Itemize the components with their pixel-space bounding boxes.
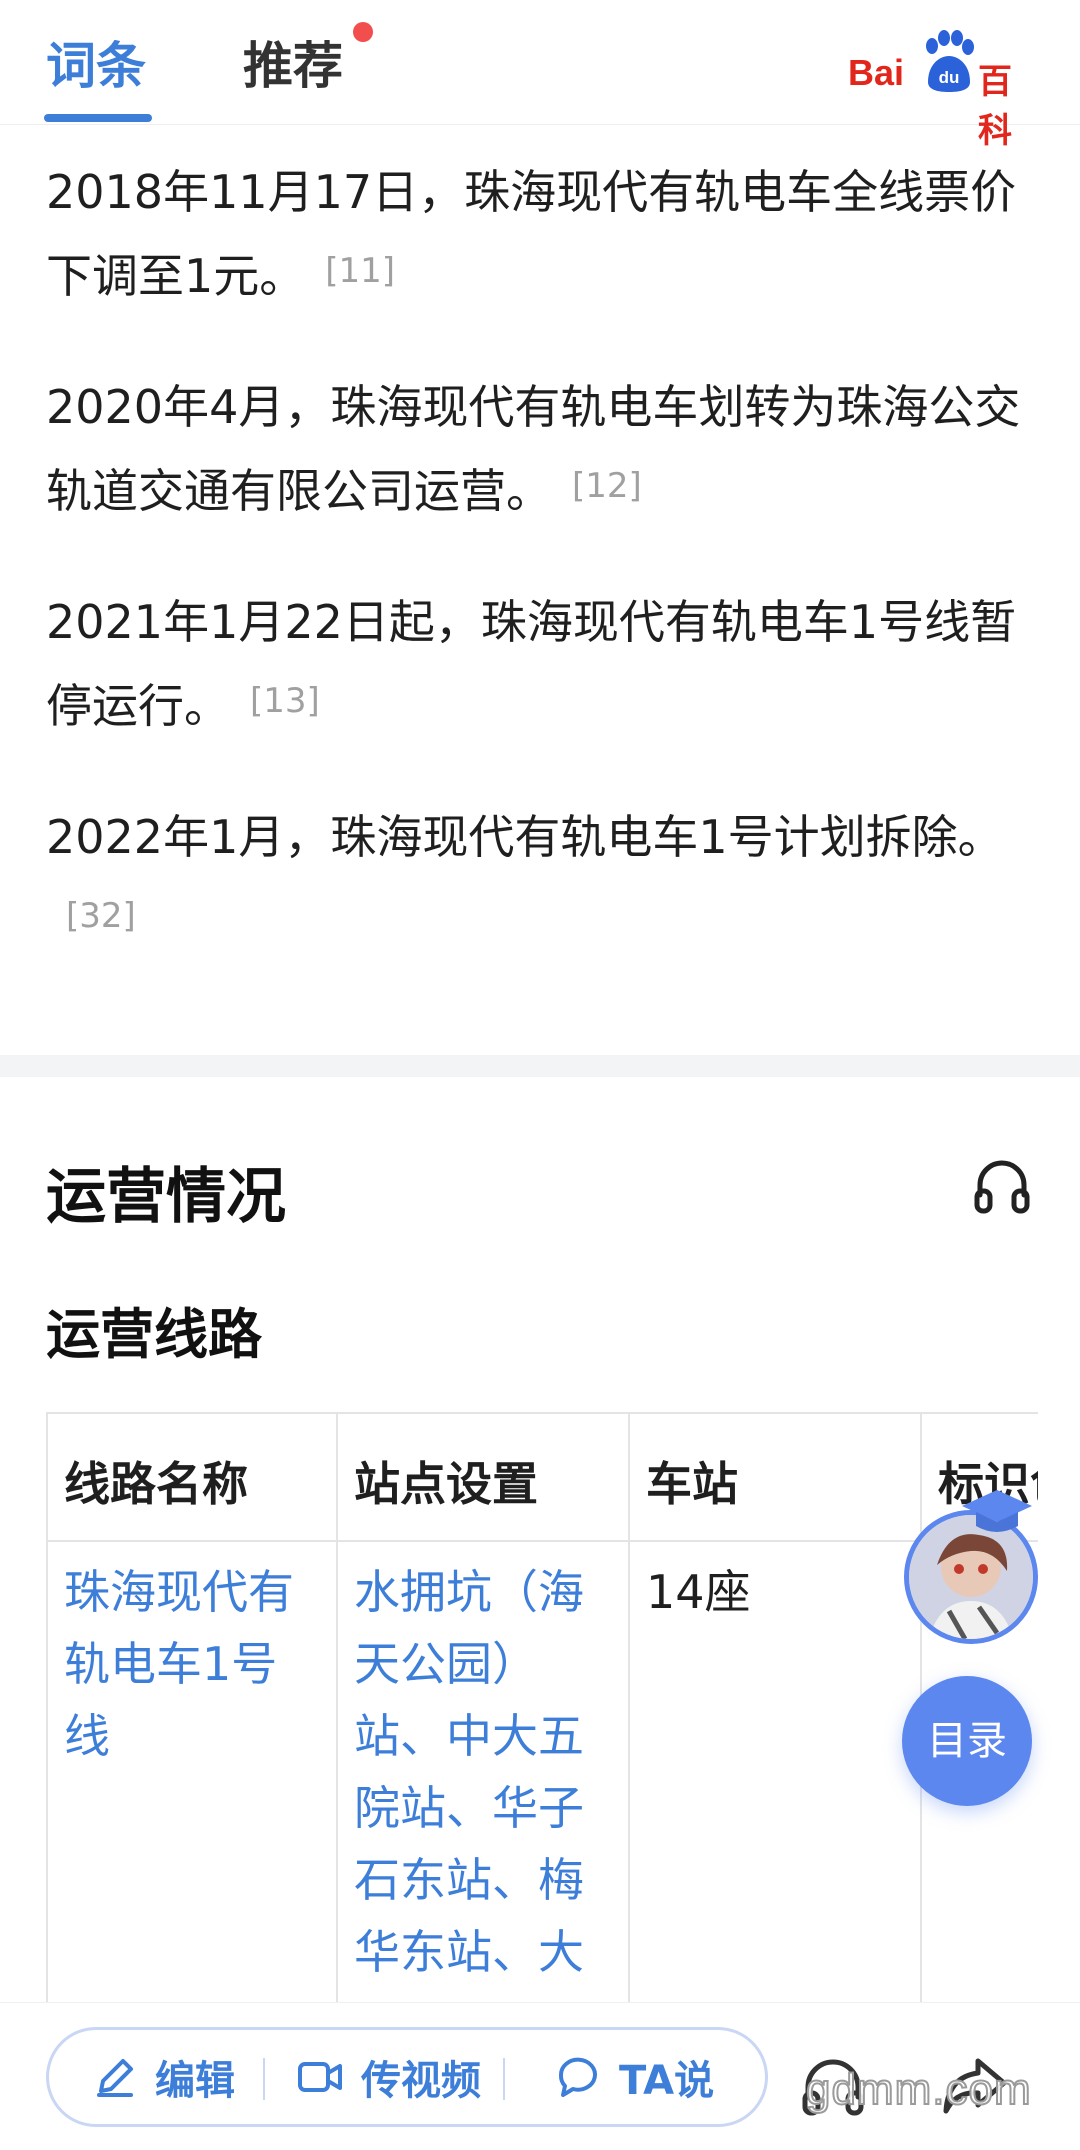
edit-button[interactable]: 编辑: [93, 2030, 235, 2124]
separator: [263, 2058, 265, 2100]
paw-icon: du: [926, 30, 974, 92]
paragraph-text: 2020年4月，珠海现代有轨电车划转为珠海公交轨道交通有限公司运营。: [46, 380, 1021, 518]
line-name-link[interactable]: 珠海现代有轨电车1号线: [48, 1542, 338, 2044]
station-count: 14座: [630, 1542, 922, 2044]
table-header: 线路名称: [48, 1414, 338, 1542]
citation-link[interactable]: [32]: [66, 896, 136, 936]
toc-button[interactable]: 目录: [902, 1676, 1032, 1806]
bottom-toolbar: 编辑 传视频 TA说 gdmm.com: [0, 2002, 1080, 2150]
history-paragraph: 2022年1月，珠海现代有轨电车1号计划拆除。 [32]: [46, 795, 1036, 968]
operation-lines-table[interactable]: 线路名称 站点设置 车站 标识色 珠海现代有轨电车1号线 水拥坑（海天公园）站、…: [46, 1412, 1038, 2044]
logo-du-text: du: [939, 68, 960, 87]
paragraph-text: 2018年11月17日，珠海现代有轨电车全线票价下调至1元。: [46, 165, 1017, 303]
notification-dot: [353, 22, 373, 42]
logo-bai-text: Bai: [848, 52, 905, 93]
history-section: 2018年11月17日，珠海现代有轨电车全线票价下调至1元。 [11] 2020年…: [46, 150, 1036, 1010]
table-header: 车站: [630, 1414, 922, 1542]
section-title: 运营情况: [46, 1162, 286, 1232]
paragraph-text: 2021年1月22日起，珠海现代有轨电车1号线暂停运行。: [46, 595, 1017, 733]
logo-baike-text: 百科: [978, 62, 1012, 151]
table-header: 站点设置: [338, 1414, 630, 1542]
video-camera-icon: [298, 2062, 342, 2092]
tab-entry[interactable]: 词条: [46, 26, 146, 98]
subsection-title: 运营线路: [46, 1303, 262, 1366]
section-divider: [0, 1055, 1080, 1077]
stations-link[interactable]: 水拥坑（海天公园）站、中大五院站、华子石东站、梅华东站、大: [338, 1542, 630, 2044]
history-paragraph: 2021年1月22日起，珠海现代有轨电车1号线暂停运行。 [13]: [46, 580, 1036, 753]
baidu-baike-logo[interactable]: Bai du 百科: [848, 30, 1038, 151]
action-pill: 编辑 传视频 TA说: [46, 2027, 768, 2127]
separator: [503, 2058, 505, 2100]
headphone-icon[interactable]: [972, 1155, 1032, 1215]
edit-label: 编辑: [155, 2058, 235, 2104]
citation-link[interactable]: [12]: [572, 466, 642, 506]
citation-link[interactable]: [13]: [250, 681, 320, 721]
watermark: gdmm.com: [805, 2064, 1032, 2115]
ta-says-button[interactable]: TA说: [555, 2030, 714, 2124]
pencil-icon: [97, 2059, 133, 2097]
citation-link[interactable]: [11]: [325, 251, 395, 291]
paragraph-text: 2022年1月，珠海现代有轨电车1号计划拆除。: [46, 810, 1004, 864]
active-tab-indicator: [44, 114, 152, 122]
ta-says-label: TA说: [619, 2058, 715, 2104]
top-nav-bar: 词条 推荐 Bai du 百科: [0, 0, 1080, 151]
chat-bubble-icon: [558, 2057, 597, 2097]
tab-recommend[interactable]: 推荐: [243, 26, 343, 98]
history-paragraph: 2020年4月，珠海现代有轨电车划转为珠海公交轨道交通有限公司运营。 [12]: [46, 365, 1036, 538]
upload-video-button[interactable]: 传视频: [297, 2030, 481, 2124]
history-paragraph: 2018年11月17日，珠海现代有轨电车全线票价下调至1元。 [11]: [46, 150, 1036, 323]
graduation-cap-icon: [962, 1490, 1032, 1532]
upload-video-label: 传视频: [361, 2058, 481, 2104]
